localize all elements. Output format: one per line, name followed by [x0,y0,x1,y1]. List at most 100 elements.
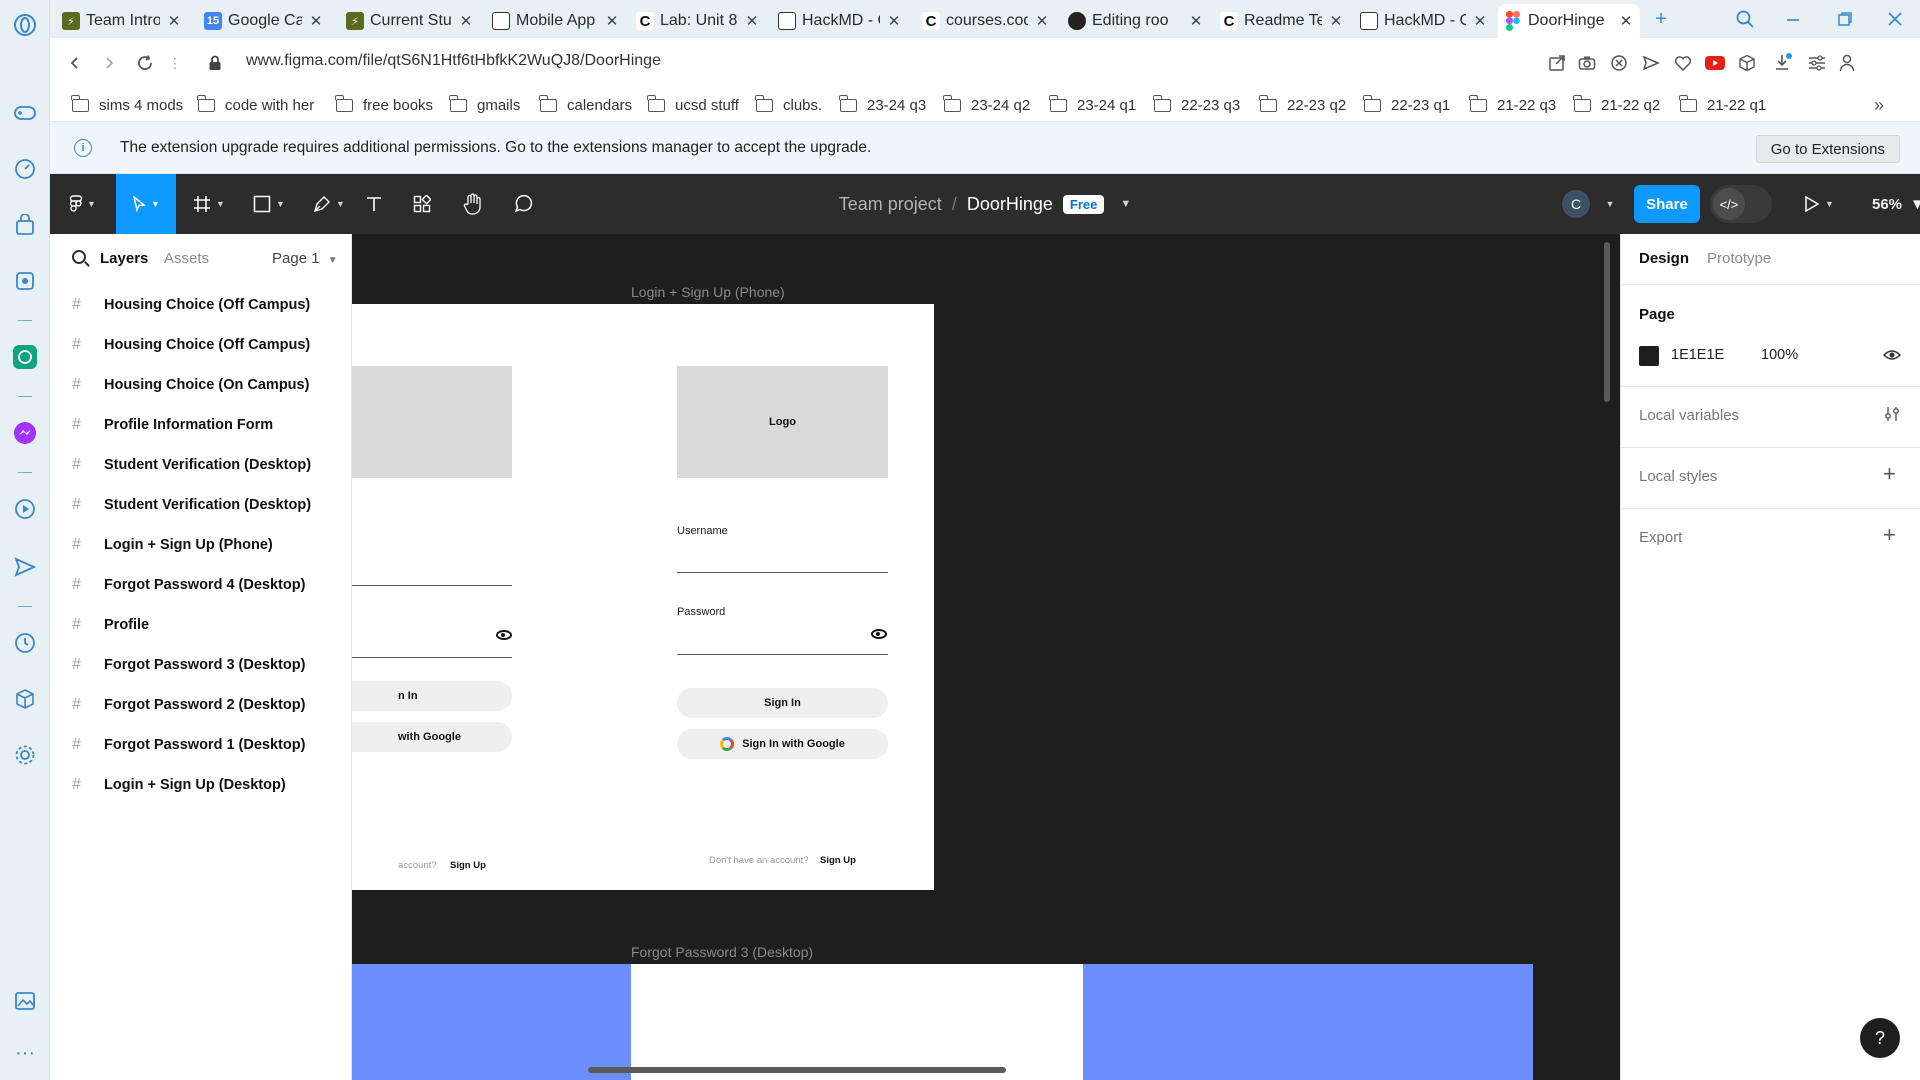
bookmark-folder[interactable]: 21-22 q2 [1573,94,1660,116]
close-icon[interactable]: ✕ [886,12,902,30]
team-name[interactable]: Team project [839,194,942,215]
bag-icon[interactable] [12,212,38,238]
bookmark-folder[interactable]: gmails [449,94,520,116]
profile-icon[interactable] [1834,50,1860,76]
search-icon[interactable] [72,250,86,264]
variables-icon[interactable] [1883,405,1901,428]
youtube-extension-icon[interactable] [1702,50,1728,76]
cube-icon[interactable] [12,686,38,712]
frame-label[interactable]: Forgot Password 3 (Desktop) [631,944,813,960]
vertical-scrollbar[interactable] [1604,242,1610,402]
main-menu-button[interactable]: ▼ [58,174,108,234]
bookmark-folder[interactable]: 23-24 q1 [1049,94,1136,116]
block-ads-icon[interactable] [1606,50,1632,76]
page-color-hex[interactable]: 1E1E1E [1671,347,1724,363]
heart-icon[interactable] [1670,50,1696,76]
more-icon[interactable]: ··· [12,1040,38,1066]
close-icon[interactable]: ✕ [1034,12,1050,30]
layer-item[interactable]: # Housing Choice (On Campus) [50,365,352,405]
bookmark-folder[interactable]: ucsd stuff [647,94,739,116]
browser-tab[interactable]: ⚡ Current Stu ✕ [340,4,480,38]
present-button[interactable]: ▼ [1794,174,1844,234]
avatar-menu-chevron-icon[interactable]: ▼ [1600,174,1620,234]
text-tool-button[interactable] [354,174,394,234]
browser-tab[interactable]: Editing roo ✕ [1062,4,1210,38]
close-icon[interactable]: ✕ [1188,12,1204,30]
close-icon[interactable]: ✕ [1328,12,1344,30]
forgot-password-frame[interactable] [631,964,1083,1080]
browser-tab[interactable]: C Readme Te ✕ [1214,4,1350,38]
file-name[interactable]: DoorHinge [967,194,1053,215]
chevron-down-icon[interactable]: ▼ [1120,198,1131,210]
browser-tab[interactable]: HackMD - C ✕ [1354,4,1494,38]
layer-item[interactable]: # Student Verification (Desktop) [50,445,352,485]
help-button[interactable]: ? [1860,1018,1900,1058]
layer-item[interactable]: # Forgot Password 3 (Desktop) [50,645,352,685]
gamepad-icon[interactable] [12,100,38,126]
frame-tool-button[interactable]: ▼ [184,174,234,234]
url-field[interactable]: www.figma.com/file/qtS6N1Htf6tHbfkK2WuQJ… [246,52,661,70]
send-icon[interactable] [12,554,38,580]
bookmark-folder[interactable]: 21-22 q1 [1679,94,1766,116]
share-button[interactable]: Share [1634,185,1700,223]
shape-tool-button[interactable]: ▼ [244,174,294,234]
send-to-icon[interactable] [1638,50,1664,76]
bookmark-folder[interactable]: 23-24 q3 [839,94,926,116]
settings-icon[interactable] [12,742,38,768]
hand-tool-button[interactable] [450,174,496,234]
layer-item[interactable]: # Student Verification (Desktop) [50,485,352,525]
chatgpt-icon[interactable] [12,344,38,370]
opera-logo-icon[interactable] [12,12,38,38]
page-opacity[interactable]: 100% [1761,347,1798,363]
browser-tab[interactable]: C Lab: Unit 8 ✕ [630,4,766,38]
layer-item[interactable]: # Forgot Password 2 (Desktop) [50,685,352,725]
layer-item[interactable]: # Profile [50,605,352,645]
browser-tab-active[interactable]: DoorHinge ✕ [1498,4,1640,38]
tab-prototype[interactable]: Prototype [1707,250,1771,267]
forward-icon[interactable] [96,50,122,76]
close-icon[interactable]: ✕ [744,12,760,30]
bookmark-folder[interactable]: 23-24 q2 [943,94,1030,116]
comment-tool-button[interactable] [500,174,546,234]
close-icon[interactable]: ✕ [308,12,324,30]
add-export-icon[interactable]: + [1883,522,1896,548]
bookmarks-overflow-icon[interactable]: » [1874,94,1884,116]
zoom-control[interactable]: 56% ▼ [1872,174,1920,234]
layer-item[interactable]: # Forgot Password 1 (Desktop) [50,725,352,765]
pen-tool-button[interactable]: ▼ [304,174,354,234]
layer-item[interactable]: # Login + Sign Up (Phone) [50,525,352,565]
window-close-icon[interactable] [1880,6,1910,32]
lock-icon[interactable] [202,50,228,76]
sign-in-button[interactable]: Sign In [677,688,888,718]
bookmark-folder[interactable]: 22-23 q2 [1259,94,1346,116]
page-color-swatch[interactable] [1639,346,1659,366]
browser-tab[interactable]: C courses.cod ✕ [916,4,1056,38]
avatar[interactable]: C [1562,190,1590,218]
phone-login-frame[interactable]: Logo Username Password Sign In Sign In w… [631,304,934,890]
bookmark-folder[interactable]: clubs. [755,94,822,116]
speed-dial-icon[interactable] [12,156,38,182]
restore-icon[interactable] [1830,6,1860,32]
sign-up-link[interactable]: Sign Up [820,855,856,866]
close-icon[interactable]: ✕ [458,12,474,30]
player-icon[interactable] [12,496,38,522]
gallery-icon[interactable] [12,988,38,1014]
layer-item[interactable]: # Housing Choice (Off Campus) [50,285,352,325]
browser-tab[interactable]: Mobile App ✕ [486,4,626,38]
reload-icon[interactable] [132,50,158,76]
dev-mode-toggle[interactable]: </> [1710,185,1772,223]
tab-search-icon[interactable] [1730,6,1760,32]
bookmark-folder[interactable]: 21-22 q3 [1469,94,1556,116]
bookmark-folder[interactable]: sims 4 mods [71,94,183,116]
extensions-cube-icon[interactable] [1734,50,1760,76]
blue-panel[interactable] [1083,964,1533,1080]
eye-icon[interactable] [871,629,887,639]
share-page-icon[interactable] [1544,50,1570,76]
layer-item[interactable]: # Housing Choice (Off Campus) [50,325,352,365]
back-icon[interactable] [62,50,88,76]
horizontal-scrollbar[interactable] [588,1067,1006,1073]
history-icon[interactable] [12,630,38,656]
bookmark-folder[interactable]: code with her [197,94,314,116]
ai-icon[interactable] [12,268,38,294]
move-tool-button[interactable]: ▼ [116,174,176,234]
